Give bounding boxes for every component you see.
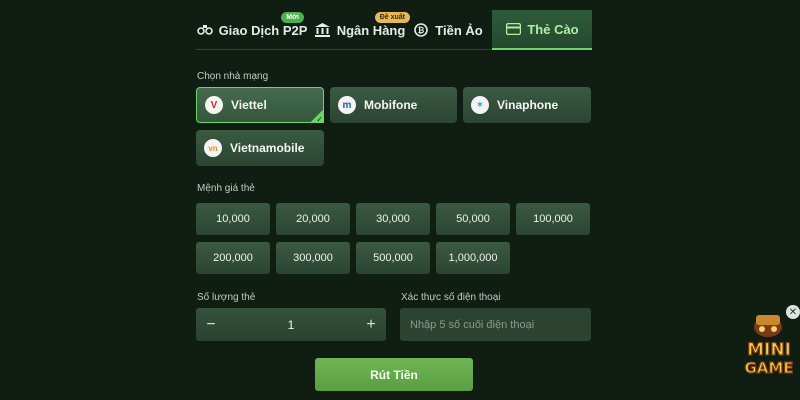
tab-label: Thẻ Cào (527, 21, 579, 37)
quantity-value[interactable]: 1 (288, 318, 295, 332)
mini-game-logo-icon: MINI GAME (744, 315, 794, 378)
increment-button[interactable]: + (356, 308, 386, 341)
phone-last-digits-input[interactable] (400, 308, 591, 341)
decrement-button[interactable]: − (196, 308, 226, 341)
new-badge: Mới (281, 12, 304, 23)
mini-game-text-top: MINI (747, 340, 791, 360)
close-icon[interactable]: ✕ (786, 305, 800, 319)
tab-p2p[interactable]: Giao Dịch P2P Mới (196, 10, 308, 50)
tab-crypto[interactable]: ₿ Tiền Ảo (412, 10, 484, 50)
carrier-option-viettel[interactable]: V Viettel ✓ (196, 87, 324, 124)
vietnamobile-logo-icon: vn (204, 139, 222, 157)
mini-game-text-bottom: GAME (744, 359, 793, 377)
crypto-coin-icon: ₿ (413, 22, 429, 38)
card-icon (505, 21, 521, 37)
denomination-option[interactable]: 1,000,000 (436, 242, 510, 274)
recommended-badge: Đề xuất (374, 12, 410, 23)
carrier-option-vinaphone[interactable]: ✶ Vinaphone (463, 87, 591, 123)
svg-text:₿: ₿ (418, 26, 425, 35)
carrier-name: Mobifone (364, 98, 418, 112)
handshake-icon (196, 22, 213, 38)
carrier-name: Vinaphone (497, 98, 559, 112)
carrier-option-vietnamobile[interactable]: vn Vietnamobile (196, 130, 324, 166)
tab-label: Giao Dịch P2P (218, 22, 308, 38)
mini-game-widget[interactable]: MINI GAME (738, 305, 800, 400)
tab-bank[interactable]: Ngân Hàng Đề xuất (308, 10, 412, 50)
tab-card[interactable]: Thẻ Cào (492, 10, 592, 50)
quantity-stepper: − 1 + (196, 308, 386, 341)
denomination-option[interactable]: 100,000 (516, 203, 590, 235)
bank-icon (315, 22, 331, 38)
carrier-section-label: Chọn nhà mạng (197, 71, 269, 82)
selected-check-icon: ✓ (310, 109, 324, 124)
tab-bar: Giao Dịch P2P Mới Ngân Hàng Đề xuất ₿ Ti… (196, 10, 592, 50)
tab-label: Tiền Ảo (435, 22, 483, 38)
carrier-option-mobifone[interactable]: m Mobifone (330, 87, 457, 123)
carrier-name: Vietnamobile (230, 141, 305, 155)
denomination-option[interactable]: 300,000 (276, 242, 350, 274)
mobifone-logo-icon: m (338, 96, 356, 114)
quantity-label: Số lượng thẻ (197, 292, 256, 303)
viettel-logo-icon: V (205, 96, 223, 114)
vinaphone-logo-icon: ✶ (471, 96, 489, 114)
denomination-option[interactable]: 10,000 (196, 203, 270, 235)
withdraw-button[interactable]: Rút Tiền (315, 358, 473, 391)
carrier-name: Viettel (231, 98, 267, 112)
denomination-section-label: Mệnh giá thẻ (197, 183, 255, 194)
denomination-option[interactable]: 200,000 (196, 242, 270, 274)
tab-label: Ngân Hàng (336, 22, 406, 38)
denomination-option[interactable]: 30,000 (356, 203, 430, 235)
denomination-option[interactable]: 20,000 (276, 203, 350, 235)
denomination-option[interactable]: 500,000 (356, 242, 430, 274)
denomination-option[interactable]: 50,000 (436, 203, 510, 235)
phone-verify-label: Xác thực số điện thoại (401, 292, 501, 303)
